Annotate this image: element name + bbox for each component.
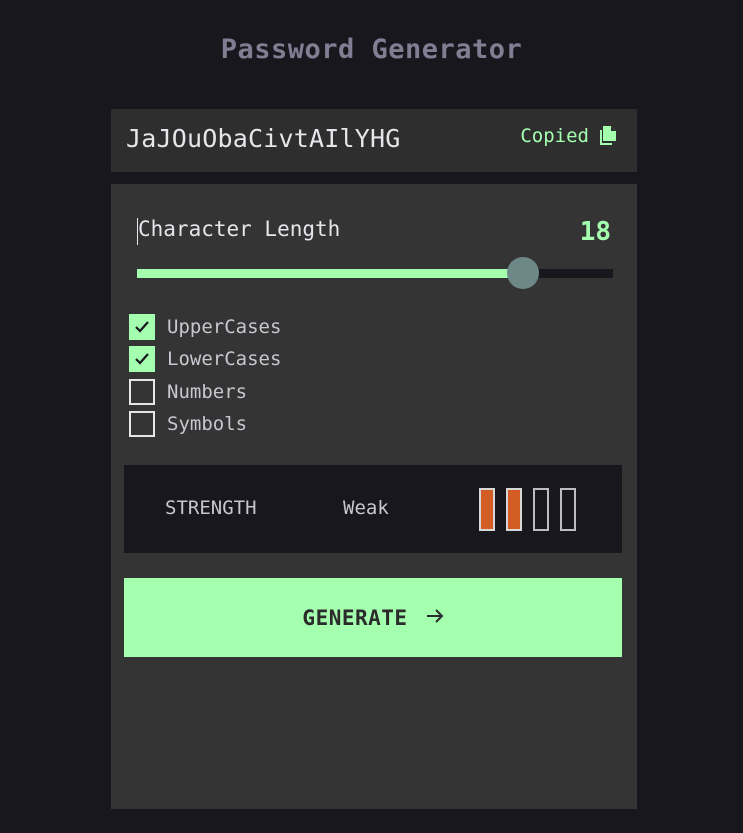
slider-thumb[interactable] [506, 257, 539, 289]
character-length-value: 18 [579, 217, 611, 247]
lowercase-checkbox[interactable] [129, 346, 155, 372]
strength-bar [479, 488, 495, 531]
option-numbers[interactable]: Numbers [129, 379, 247, 405]
copy-icon[interactable] [599, 126, 617, 146]
copy-button[interactable]: Copied [520, 125, 617, 147]
numbers-checkbox[interactable] [129, 379, 155, 405]
symbols-label: Symbols [167, 413, 248, 435]
strength-bar [533, 488, 549, 531]
option-symbols[interactable]: Symbols [129, 411, 247, 437]
password-text[interactable]: JaJOuObaCivtAIlYHG [126, 124, 401, 153]
arrow-right-icon [426, 608, 444, 628]
strength-bar [560, 488, 576, 531]
option-lowercase[interactable]: LowerCases [129, 346, 281, 372]
symbols-checkbox[interactable] [129, 411, 155, 437]
strength-bar [506, 488, 522, 531]
strength-label: STRENGTH [165, 497, 257, 519]
slider-fill [137, 269, 523, 278]
settings-panel: Character Length 18 UpperCases LowerCase… [111, 184, 637, 809]
strength-meter: STRENGTH Weak [124, 465, 622, 553]
strength-level: Weak [343, 497, 389, 519]
generate-label: GENERATE [302, 605, 408, 630]
numbers-label: Numbers [167, 381, 248, 403]
character-length-label: Character Length [138, 217, 341, 241]
uppercase-checkbox[interactable] [129, 314, 155, 340]
password-display: JaJOuObaCivtAIlYHG Copied [111, 109, 637, 172]
generate-button[interactable]: GENERATE [124, 578, 622, 657]
copied-label: Copied [520, 125, 589, 147]
option-uppercase[interactable]: UpperCases [129, 314, 281, 340]
lowercase-label: LowerCases [167, 348, 282, 370]
length-slider[interactable] [137, 269, 613, 278]
page-title: Password Generator [220, 34, 523, 65]
uppercase-label: UpperCases [167, 316, 282, 338]
